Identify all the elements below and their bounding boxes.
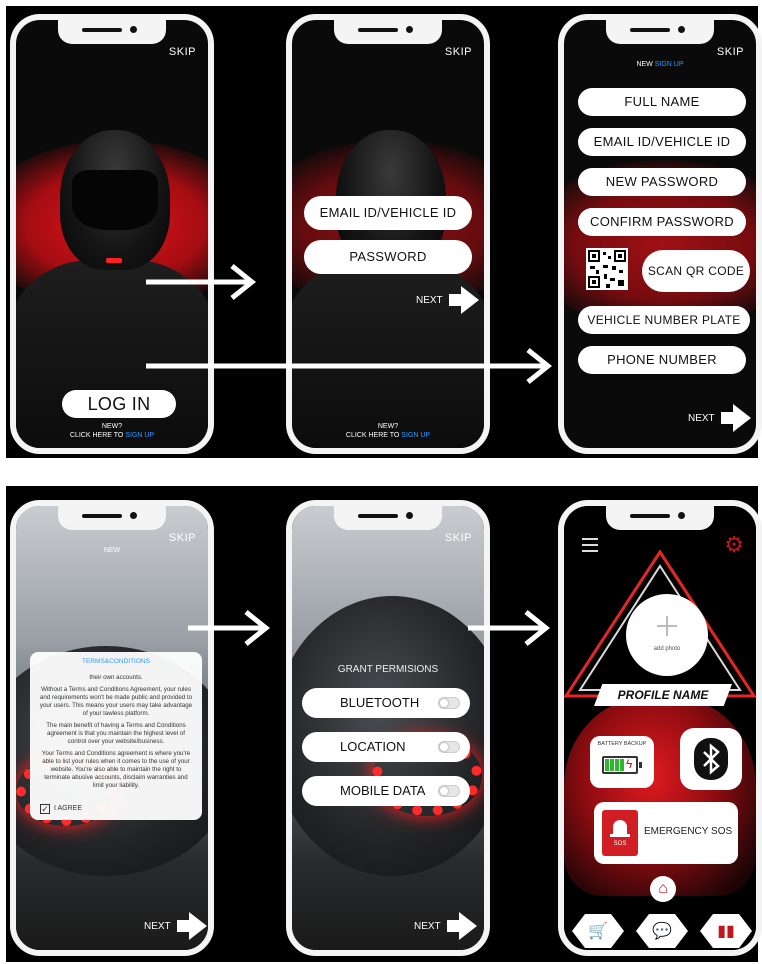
flow-arrow-login-to-signup <box>146 348 553 384</box>
arrow-right-icon <box>446 912 477 940</box>
sos-badge: SOS <box>613 841 627 847</box>
title-accent: SIGN UP <box>654 61 684 68</box>
bluetooth-permission[interactable]: BLUETOOTH <box>302 688 470 718</box>
terms-paragraph: The main benefit of having a Terms and C… <box>46 722 186 745</box>
chat-icon: 💬 <box>652 923 672 940</box>
helmet-light <box>106 258 122 263</box>
permissions-heading: GRANT PERMISIONS <box>337 664 439 675</box>
next-button[interactable]: NEXT <box>416 286 479 314</box>
phone-notch <box>58 506 166 530</box>
avatar-upload[interactable]: add photo <box>626 594 708 676</box>
phone-notch <box>334 20 442 44</box>
skip-link[interactable]: SKIP <box>717 46 744 58</box>
scan-qr-button[interactable]: SCAN QR CODE <box>642 250 750 292</box>
terms-paragraph: their own accounts. <box>89 674 143 681</box>
sign-up-link[interactable]: SIGN UP <box>401 432 430 439</box>
sign-up-link[interactable]: SIGN UP <box>125 432 154 439</box>
new-password-field[interactable]: NEW PASSWORD <box>578 168 746 196</box>
battery-label: BATTERY BACKUP <box>597 741 647 747</box>
new-user-text: NEW? <box>101 423 123 430</box>
arrow-right-icon <box>720 404 751 432</box>
emergency-sos-button[interactable]: SOS EMERGENCY SOS <box>594 802 738 864</box>
plus-icon <box>657 616 677 636</box>
password-field[interactable]: PASSWORD <box>304 240 472 274</box>
qr-code-icon <box>586 248 628 290</box>
helmet-visor <box>72 170 158 230</box>
bluetooth-toggle[interactable] <box>438 697 460 709</box>
login-screen: SKIP LOG IN NEW? CLICK HERE TO SIGN UP <box>10 14 214 454</box>
terms-paragraph: Without a Terms and Conditions Agreement… <box>39 686 193 717</box>
mobile-data-label: MOBILE DATA <box>340 783 426 798</box>
flow-arrow-permissions-to-dashboard <box>468 610 551 646</box>
helmet-image <box>564 696 756 896</box>
skip-link[interactable]: SKIP <box>169 532 196 544</box>
next-button[interactable]: NEXT <box>414 912 477 940</box>
terms-title: NEW <box>103 547 121 554</box>
terms-dialog: TERMS&CONDITIONS their own accounts. Wit… <box>30 652 202 820</box>
settings-gear-icon[interactable]: ⚙ <box>724 532 744 558</box>
next-label: NEXT <box>688 412 715 424</box>
title-prefix: NEW <box>636 61 655 68</box>
location-permission[interactable]: LOCATION <box>302 732 470 762</box>
agree-checkbox[interactable]: ✓ I AGREE <box>40 804 82 814</box>
location-label: LOCATION <box>340 739 406 754</box>
login-button[interactable]: LOG IN <box>62 390 176 418</box>
phone-number-field[interactable]: PHONE NUMBER <box>578 346 746 374</box>
bluetooth-card[interactable] <box>680 728 742 790</box>
new-user-text: NEW? <box>377 423 399 430</box>
location-toggle[interactable] <box>438 741 460 753</box>
signup-screen: SKIP NEW SIGN UP FULL NAME EMAIL ID/VEHI… <box>558 14 762 454</box>
bluetooth-label: BLUETOOTH <box>340 695 420 710</box>
cart-icon: 🛒 <box>588 923 608 940</box>
click-here-text: CLICK HERE TO <box>345 432 402 439</box>
flow-arrow-terms-to-permissions <box>188 610 271 646</box>
arrow-right-icon <box>176 912 207 940</box>
menu-icon[interactable] <box>582 538 598 556</box>
mobile-data-permission[interactable]: MOBILE DATA <box>302 776 470 806</box>
vehicle-plate-field[interactable]: VEHICLE NUMBER PLATE <box>578 306 750 334</box>
next-label: NEXT <box>144 920 171 932</box>
permissions-screen: SKIP GRANT PERMISIONS BLUETOOTH LOCATION… <box>286 500 490 956</box>
signup-prompt: CLICK HERE TO SIGN UP <box>292 431 484 440</box>
phone-notch <box>606 20 714 44</box>
next-label: NEXT <box>416 294 443 306</box>
battery-card[interactable]: BATTERY BACKUP ϟ <box>590 736 654 788</box>
arrow-right-icon <box>448 286 479 314</box>
signup-title: NEW SIGN UP <box>564 60 756 69</box>
terms-screen: SKIP NEW TERMS&CONDITIONS their own acco… <box>10 500 214 956</box>
terms-heading: TERMS&CONDITIONS <box>82 658 150 665</box>
next-button[interactable]: NEXT <box>688 404 751 432</box>
skip-link[interactable]: SKIP <box>445 532 472 544</box>
sos-alarm-icon: SOS <box>602 810 638 856</box>
profile-name: PROFILE NAME <box>594 684 732 706</box>
agree-label: I AGREE <box>54 805 83 812</box>
email-field[interactable]: EMAIL ID/VEHICLE ID <box>304 196 472 230</box>
phone-notch <box>606 506 714 530</box>
click-here-text: CLICK HERE TO <box>69 432 126 439</box>
skip-link[interactable]: SKIP <box>445 46 472 58</box>
flow-arrow-login-to-credentials <box>146 264 257 300</box>
chart-icon: ▮▮ <box>717 923 735 940</box>
credentials-screen: SKIP EMAIL ID/VEHICLE ID PASSWORD NEXT N… <box>286 14 490 454</box>
next-label: NEXT <box>414 920 441 932</box>
emergency-label: EMERGENCY SOS <box>644 826 733 837</box>
phone-notch <box>58 20 166 44</box>
bluetooth-icon <box>694 738 728 780</box>
next-button[interactable]: NEXT <box>144 912 207 940</box>
email-field[interactable]: EMAIL ID/VEHICLE ID <box>578 128 746 156</box>
confirm-password-field[interactable]: CONFIRM PASSWORD <box>578 208 746 236</box>
terms-paragraph: Your Terms and Conditions agreement is w… <box>41 750 191 789</box>
checkmark-icon: ✓ <box>40 804 50 814</box>
skip-link[interactable]: SKIP <box>169 46 196 58</box>
signup-prompt: CLICK HERE TO SIGN UP <box>16 431 208 440</box>
mobile-data-toggle[interactable] <box>438 785 460 797</box>
phone-notch <box>334 506 442 530</box>
home-icon[interactable]: ⌂ <box>650 876 676 902</box>
add-photo-label: add photo <box>653 646 681 652</box>
full-name-field[interactable]: FULL NAME <box>578 88 746 116</box>
dashboard-screen: ⚙ add photo PROFILE NAME BATTERY BACKUP … <box>558 500 762 956</box>
battery-icon: ϟ <box>602 756 642 774</box>
